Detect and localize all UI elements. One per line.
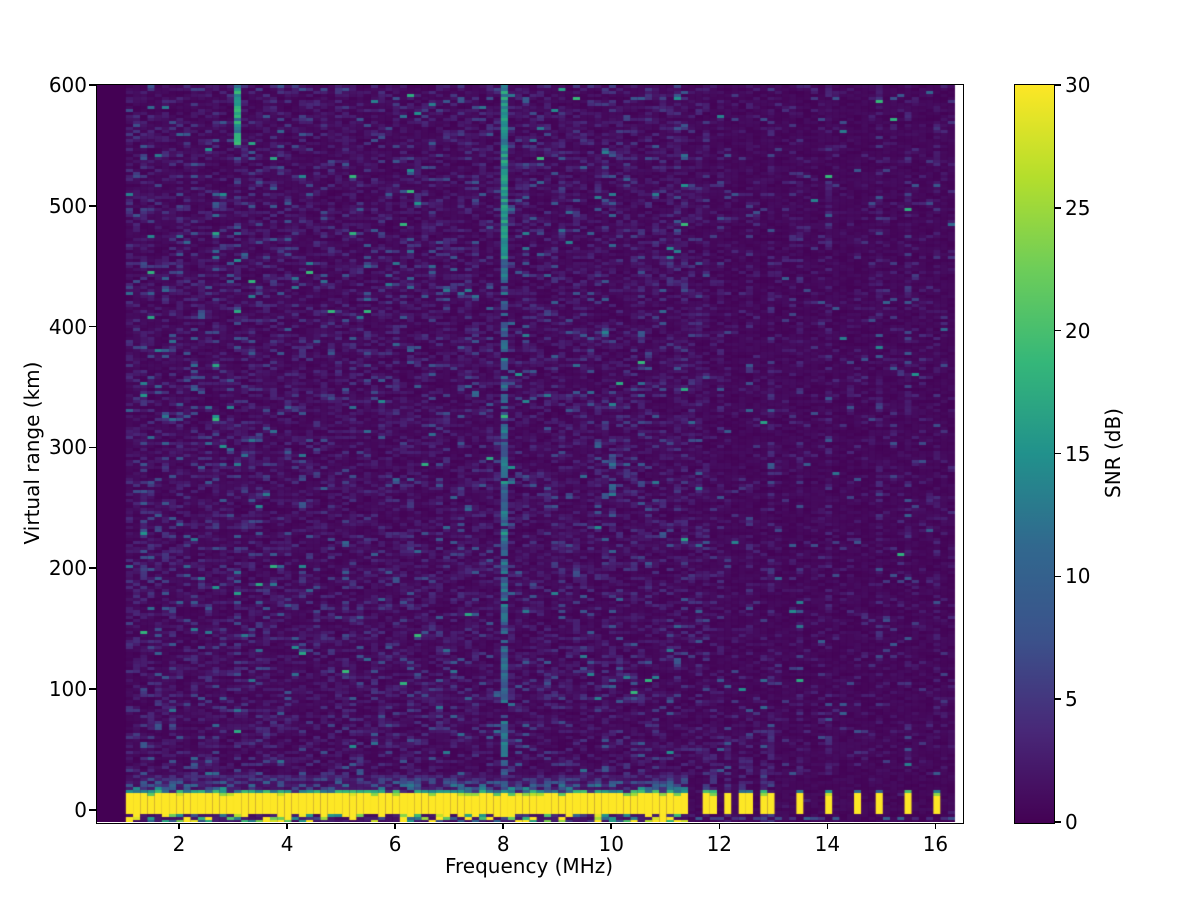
y-tick-label: 400 (48, 314, 87, 339)
colorbar-tick-label: 30 (1065, 73, 1091, 97)
ionogram-heatmap (97, 85, 962, 822)
x-tick-mark (718, 823, 721, 829)
colorbar-tick-label: 15 (1065, 441, 1091, 466)
x-tick-mark (826, 823, 829, 829)
x-tick-label: 4 (280, 832, 294, 856)
colorbar-tick-mark (1055, 821, 1061, 823)
x-tick-mark (178, 823, 180, 829)
x-axis-label: Frequency (MHz) (444, 854, 614, 878)
colorbar-tick-mark (1055, 207, 1061, 209)
y-tick-mark (89, 84, 96, 86)
colorbar-tick-mark (1055, 329, 1061, 332)
y-tick-label: 200 (48, 556, 87, 581)
y-tick-mark (89, 446, 96, 449)
x-tick-mark (502, 823, 504, 829)
x-tick-label: 2 (172, 832, 186, 856)
y-tick-mark (89, 325, 96, 328)
x-tick-mark (394, 823, 396, 829)
ionogram-figure: IRF Uppsala SDR Ionosonde UP158 2026-03-… (0, 0, 1200, 900)
y-tick-label: 0 (74, 797, 87, 822)
plot-frame (96, 84, 964, 824)
y-tick-mark (89, 809, 96, 811)
x-tick-label: 16 (922, 832, 949, 856)
colorbar-tick-label: 10 (1065, 564, 1091, 589)
y-tick-mark (89, 688, 96, 690)
colorbar-tick-label: 0 (1065, 810, 1078, 834)
colorbar-tick-mark (1055, 452, 1061, 455)
colorbar-tick-mark (1055, 84, 1061, 86)
colorbar-tick-mark (1055, 575, 1061, 578)
y-tick-mark (89, 567, 96, 570)
x-tick-mark (610, 823, 613, 829)
x-tick-label: 10 (598, 832, 624, 856)
x-tick-mark (286, 823, 288, 829)
x-tick-label: 6 (388, 832, 402, 856)
colorbar-tick-mark (1055, 698, 1061, 700)
colorbar (1014, 84, 1055, 824)
y-tick-label: 100 (48, 677, 87, 702)
y-tick-label: 300 (48, 435, 87, 460)
x-tick-mark (934, 823, 937, 829)
x-tick-label: 8 (496, 832, 510, 856)
colorbar-tick-label: 20 (1065, 318, 1091, 343)
y-tick-label: 600 (48, 73, 87, 97)
y-tick-mark (89, 205, 96, 207)
y-tick-label: 500 (48, 193, 87, 218)
colorbar-gradient (1015, 85, 1054, 823)
x-tick-label: 14 (814, 832, 841, 856)
colorbar-tick-label: 5 (1065, 687, 1078, 712)
colorbar-tick-label: 25 (1065, 195, 1091, 220)
x-tick-label: 12 (706, 832, 733, 856)
